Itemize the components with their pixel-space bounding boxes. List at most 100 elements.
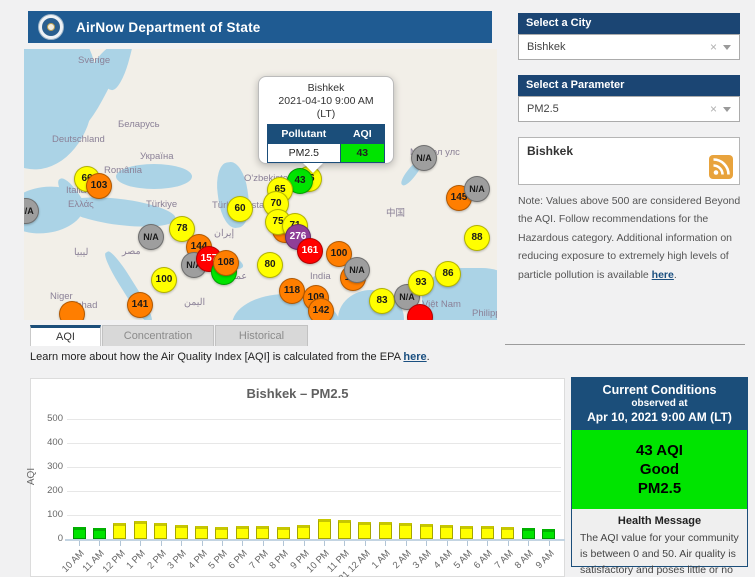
current-conditions-title: Current Conditions xyxy=(572,383,747,397)
tab-historical[interactable]: Historical xyxy=(215,325,308,346)
popup-aqi-value: 43 xyxy=(340,144,384,163)
map-label: România xyxy=(104,165,142,176)
chart-gridline xyxy=(67,491,561,492)
chart-x-tick xyxy=(426,541,427,546)
current-aqi-category: Good xyxy=(572,460,747,479)
map-label: مصر xyxy=(122,246,141,257)
chart-bar xyxy=(277,527,290,539)
aqi-marker[interactable]: 142 xyxy=(308,298,334,320)
tab-aqi[interactable]: AQI xyxy=(30,325,101,346)
aqi-marker[interactable]: 93 xyxy=(408,270,434,296)
aqi-marker[interactable] xyxy=(59,301,85,320)
aqi-marker[interactable]: 108 xyxy=(213,250,239,276)
map-label: Türkiye xyxy=(146,199,177,210)
chart-y-tick-label: 500 xyxy=(31,413,63,424)
map-popup: Bishkek 2021-04-10 9:00 AM (LT) Pollutan… xyxy=(258,76,394,164)
rss-feed-icon[interactable] xyxy=(709,155,733,179)
aqi-marker[interactable]: 80 xyxy=(257,252,283,278)
aqi-marker-na[interactable]: N/A xyxy=(411,145,437,171)
map-label: Беларусь xyxy=(118,119,160,130)
aqi-marker[interactable]: 88 xyxy=(464,225,490,251)
note-text: Note: Values above 500 are considered Be… xyxy=(518,195,740,281)
chart-x-tick xyxy=(365,541,366,546)
chart-bar xyxy=(481,526,494,539)
map-label: Philippine xyxy=(472,308,497,319)
chart-x-tick xyxy=(222,541,223,546)
popup-arrow xyxy=(303,163,323,173)
current-conditions-header: Current Conditions observed at Apr 10, 2… xyxy=(572,378,747,430)
chart-x-tick xyxy=(549,541,550,546)
chart-x-tick xyxy=(487,541,488,546)
learn-more-period: . xyxy=(427,351,430,363)
chart-x-tick xyxy=(140,541,141,546)
city-dropdown[interactable]: Bishkek × xyxy=(518,34,740,60)
current-conditions-datetime: Apr 10, 2021 9:00 AM (LT) xyxy=(572,410,747,424)
chart-x-tick xyxy=(242,541,243,546)
aqi-marker[interactable]: 161 xyxy=(297,238,323,264)
parameter-dropdown[interactable]: PM2.5 × xyxy=(518,96,740,122)
learn-more-link[interactable]: here xyxy=(403,351,426,363)
popup-timezone: (LT) xyxy=(259,108,393,121)
chart-x-tick xyxy=(344,541,345,546)
city-feed-box: Bishkek xyxy=(518,137,740,185)
aqi-marker[interactable]: 118 xyxy=(279,278,305,304)
city-clear-icon[interactable]: × xyxy=(704,40,723,54)
aqi-marker-na[interactable]: N/A xyxy=(464,176,490,202)
feed-city-name: Bishkek xyxy=(519,138,739,158)
chart-bar xyxy=(93,528,106,539)
select-parameter-header: Select a Parameter xyxy=(518,75,740,96)
aqi-marker[interactable]: 86 xyxy=(435,261,461,287)
popup-city: Bishkek xyxy=(259,82,393,95)
map-label: 中国 xyxy=(386,205,405,219)
aqi-map[interactable]: SverigeБеларусьDeutschlandУкраїнаRomânia… xyxy=(24,49,497,320)
aqi-note: Note: Values above 500 are considered Be… xyxy=(518,192,748,284)
app-header: AirNow Department of State xyxy=(28,11,492,43)
map-label: Україна xyxy=(140,151,174,162)
chart-x-tick xyxy=(99,541,100,546)
chart-x-tick xyxy=(202,541,203,546)
city-chevron-down-icon[interactable] xyxy=(723,45,731,50)
chart-bar xyxy=(399,523,412,539)
popup-table: Pollutant AQI PM2.5 43 xyxy=(267,124,385,163)
chart-bar xyxy=(501,527,514,539)
aqi-marker[interactable]: 83 xyxy=(369,288,395,314)
aqi-marker[interactable]: 103 xyxy=(86,173,112,199)
chart-bar xyxy=(256,526,269,539)
aqi-marker[interactable]: 60 xyxy=(227,196,253,222)
note-link[interactable]: here xyxy=(652,269,674,281)
learn-more-text: Learn more about how the Air Quality Ind… xyxy=(30,351,430,363)
chart-x-tick xyxy=(79,541,80,546)
aqi-marker[interactable]: 141 xyxy=(127,292,153,318)
map-label: اليمن xyxy=(184,297,205,308)
chart-bar xyxy=(379,522,392,539)
chart-bar xyxy=(522,528,535,539)
aqi-marker[interactable]: 100 xyxy=(151,267,177,293)
state-department-seal-icon xyxy=(38,14,64,40)
sidebar-divider xyxy=(505,344,745,345)
chart-bar xyxy=(113,523,126,539)
tab-concentration[interactable]: Concentration xyxy=(102,325,214,346)
aqi-marker-na[interactable]: N/A xyxy=(344,257,370,283)
aqi-marker-na[interactable]: N/A xyxy=(138,224,164,250)
popup-col-aqi: AQI xyxy=(340,125,384,144)
chart-x-tick xyxy=(406,541,407,546)
chart-bar xyxy=(297,525,310,539)
chart-bar xyxy=(154,523,167,539)
parameter-clear-icon[interactable]: × xyxy=(704,102,723,116)
chart-y-tick-label: 100 xyxy=(31,509,63,520)
chart-y-tick-label: 300 xyxy=(31,461,63,472)
health-message-title: Health Message xyxy=(572,515,747,527)
parameter-chevron-down-icon[interactable] xyxy=(723,107,731,112)
map-label: India xyxy=(310,271,331,282)
chart-x-tick xyxy=(528,541,529,546)
chart-bar xyxy=(440,525,453,539)
chart-x-tick xyxy=(181,541,182,546)
chart-bar xyxy=(460,526,473,539)
health-message-text: The AQI value for your community is betw… xyxy=(572,527,747,577)
map-label: Sverige xyxy=(78,55,110,66)
chart-y-tick-label: 400 xyxy=(31,437,63,448)
chart-x-tick xyxy=(467,541,468,546)
chart-gridline xyxy=(67,467,561,468)
chart-bar xyxy=(542,529,555,539)
chart-x-tick xyxy=(263,541,264,546)
